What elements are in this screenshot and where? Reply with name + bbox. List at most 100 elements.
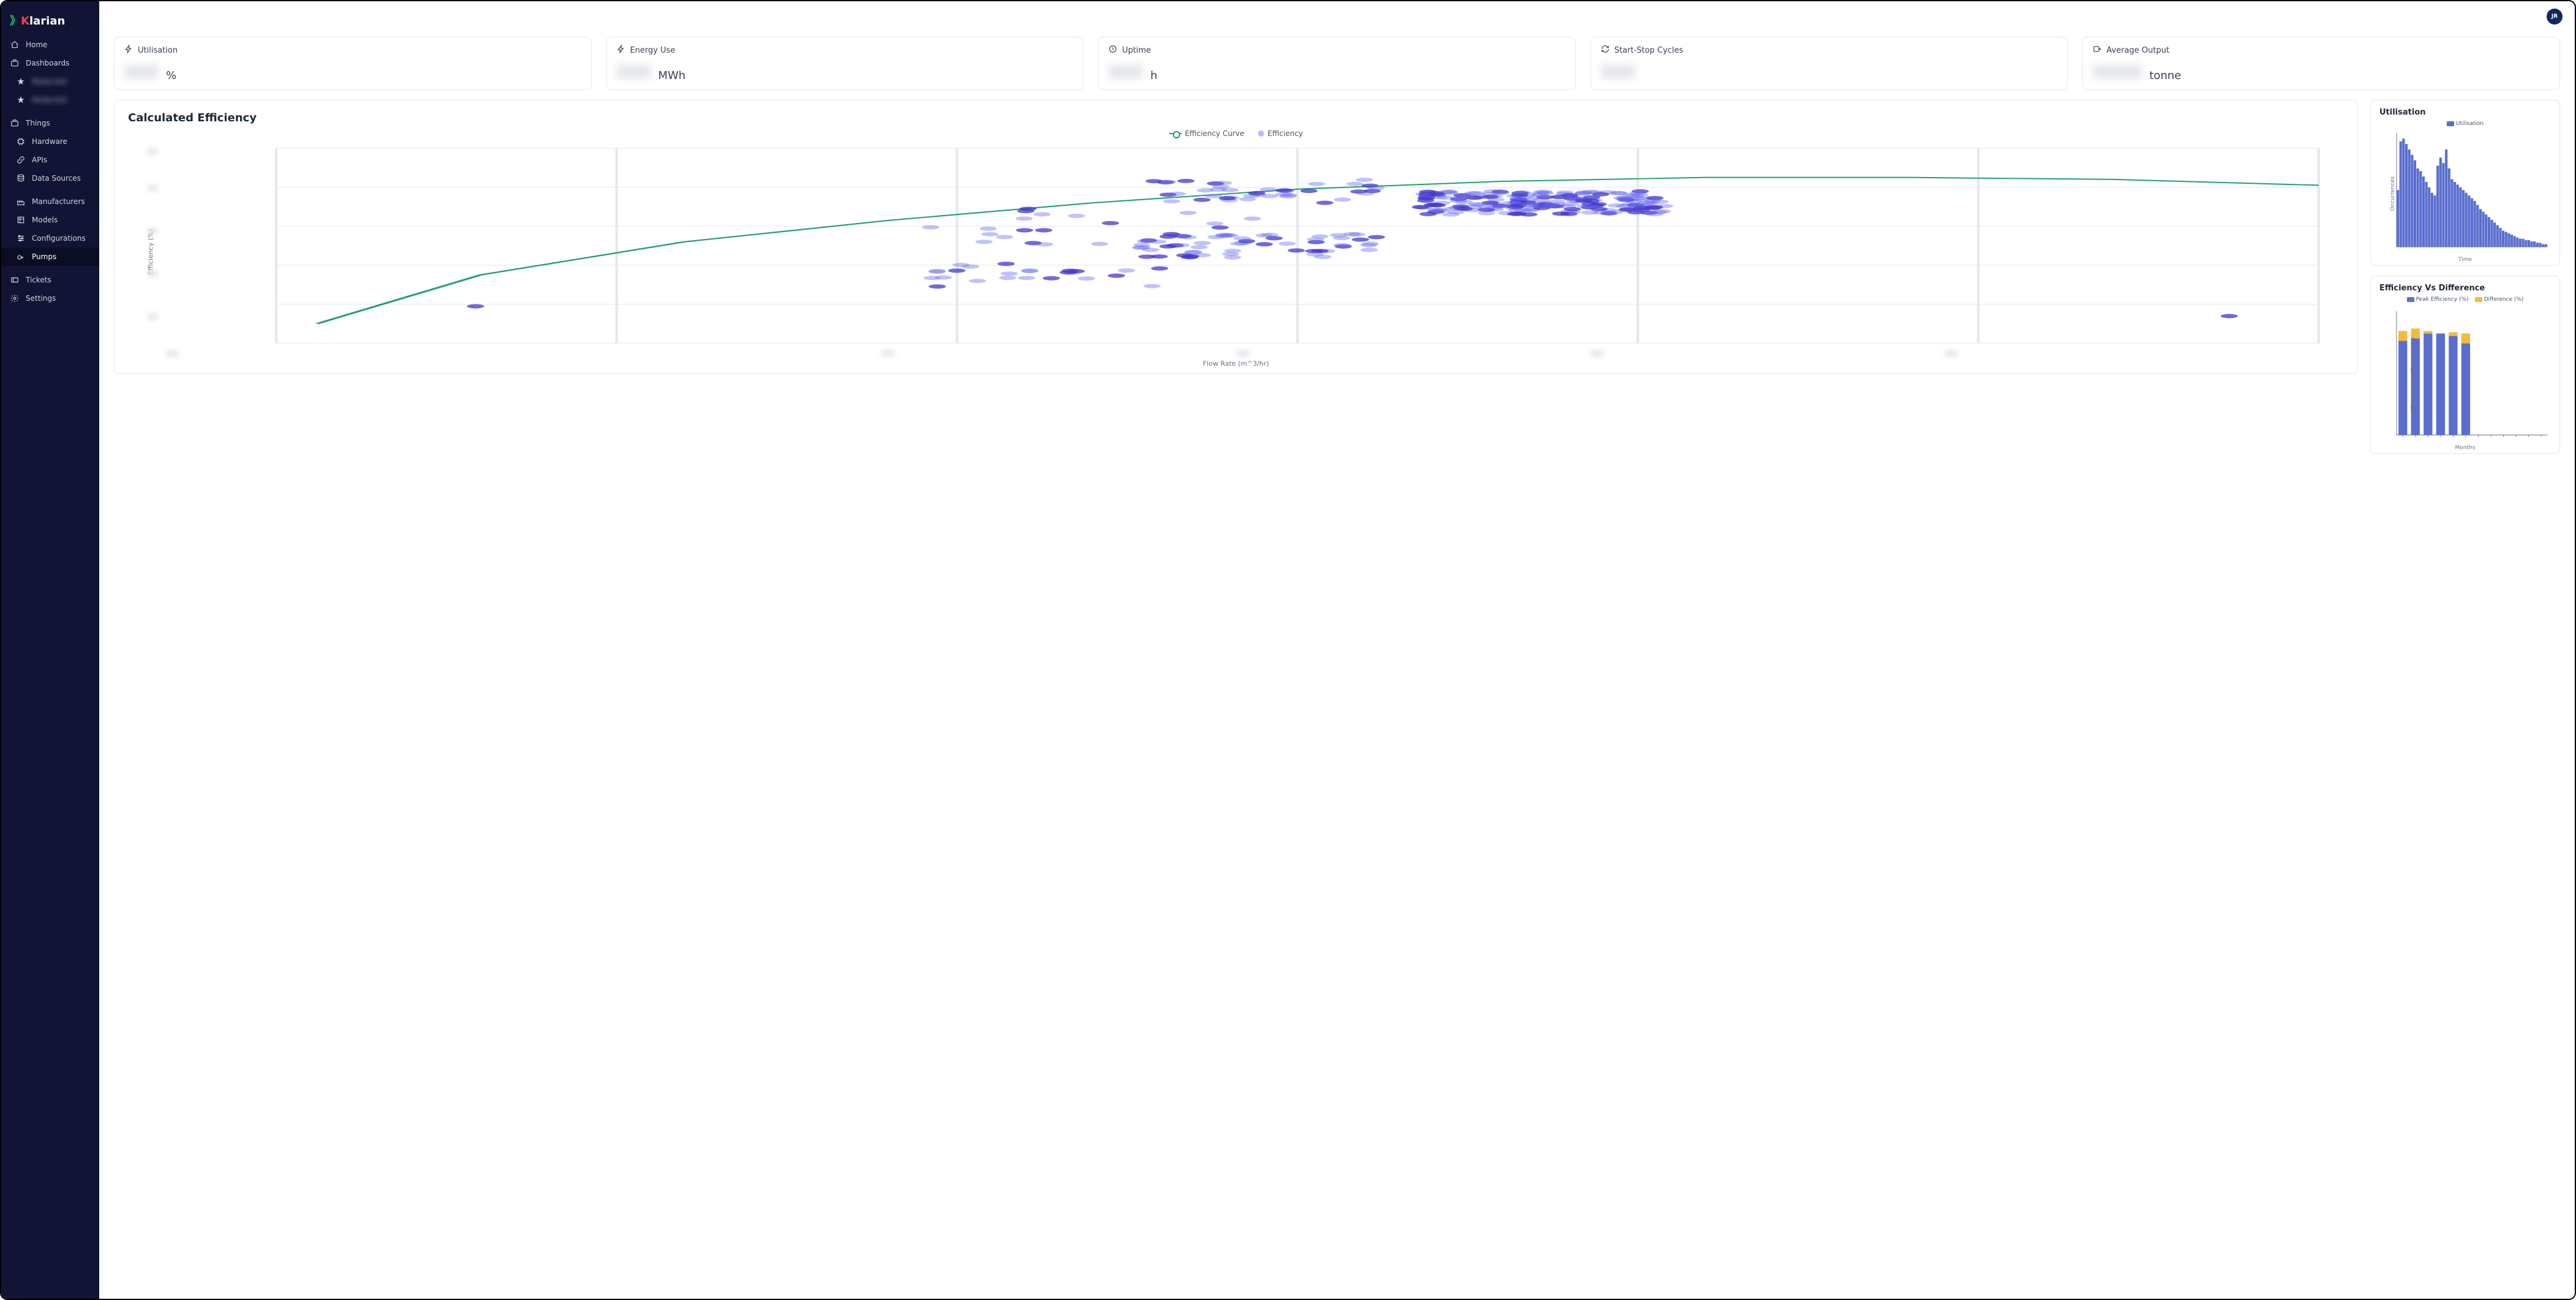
sidebar-item-things[interactable]: Things bbox=[1, 114, 99, 132]
kpi-row: Utilisation % Energy Use MWh bbox=[114, 37, 2560, 90]
y-axis-label: Efficiency vs Difference (%) bbox=[2411, 338, 2417, 414]
sidebar-item-label: Things bbox=[26, 119, 50, 127]
kpi-start-stop: Start-Stop Cycles bbox=[1591, 37, 2068, 90]
kpi-label: Utilisation bbox=[138, 46, 178, 55]
tick-redacted bbox=[165, 350, 179, 357]
lightning-icon bbox=[617, 45, 625, 56]
x-axis-label: Time bbox=[2458, 257, 2472, 263]
sidebar-item-label: Redacted bbox=[32, 96, 66, 104]
grid-icon bbox=[16, 215, 26, 225]
main-area: JR Utilisation % bbox=[99, 1, 2575, 1299]
kpi-average-output: Average Output tonne bbox=[2082, 37, 2560, 90]
kpi-uptime: Uptime h bbox=[1098, 37, 1576, 90]
sidebar-item-label: Configurations bbox=[32, 234, 86, 243]
kpi-label: Energy Use bbox=[630, 46, 676, 55]
kpi-value-redacted bbox=[617, 64, 651, 79]
efficiency-difference-card: Efficiency Vs Difference Peak Efficiency… bbox=[2370, 276, 2560, 454]
difference-plot[interactable]: Efficiency vs Difference (%) Months bbox=[2379, 305, 2551, 446]
sidebar-fav-2[interactable]: Redacted bbox=[1, 91, 99, 109]
tick-redacted bbox=[147, 228, 158, 234]
kpi-value-redacted bbox=[1109, 64, 1143, 79]
logo-chevron-1: 》 bbox=[10, 15, 21, 28]
sidebar-item-settings[interactable]: Settings bbox=[1, 289, 99, 308]
content: Utilisation % Energy Use MWh bbox=[99, 32, 2575, 1299]
swatch-icon bbox=[2407, 297, 2414, 302]
legend-difference[interactable]: Difference (%) bbox=[2475, 297, 2524, 303]
sidebar-item-home[interactable]: Home bbox=[1, 36, 99, 54]
sidebar-item-label: Home bbox=[26, 40, 47, 49]
legend-label: Efficiency Curve bbox=[1185, 129, 1245, 138]
factory-icon bbox=[16, 197, 26, 206]
efficiency-plot[interactable]: Efficiency (%) Flow Rate (m^3/hr) bbox=[128, 142, 2344, 362]
sliders-icon bbox=[16, 233, 26, 243]
package-icon bbox=[10, 118, 20, 128]
sidebar-item-label: Hardware bbox=[32, 137, 67, 146]
briefcase-icon bbox=[10, 58, 20, 68]
legend-efficiency[interactable]: Efficiency bbox=[1258, 129, 1303, 138]
sidebar-item-label: Dashboards bbox=[26, 59, 69, 67]
sidebar-item-configurations[interactable]: Configurations bbox=[1, 229, 99, 248]
chart-title: Efficiency Vs Difference bbox=[2379, 284, 2551, 293]
kpi-value-redacted bbox=[1601, 64, 1635, 79]
legend-label: Peak Efficiency (%) bbox=[2416, 297, 2469, 303]
tick-redacted bbox=[1945, 350, 1958, 357]
gear-icon bbox=[10, 293, 20, 303]
utilisation-plot[interactable]: Occurrences Time bbox=[2379, 129, 2551, 258]
sidebar-fav-1[interactable]: Redacted bbox=[1, 72, 99, 91]
sidebar-item-pumps[interactable]: Pumps bbox=[1, 248, 99, 266]
sidebar-item-models[interactable]: Models bbox=[1, 211, 99, 229]
sidebar-item-data-sources[interactable]: Data Sources bbox=[1, 169, 99, 187]
legend-curve[interactable]: Efficiency Curve bbox=[1169, 129, 1245, 138]
chart-legend: Utilisation bbox=[2379, 121, 2551, 127]
sidebar-item-dashboards[interactable]: Dashboards bbox=[1, 54, 99, 72]
star-icon bbox=[16, 77, 26, 86]
kpi-utilisation: Utilisation % bbox=[114, 37, 592, 90]
utilisation-card: Utilisation Utilisation Occurrences Time bbox=[2370, 100, 2560, 266]
pump-icon bbox=[16, 252, 26, 262]
utilisation-svg bbox=[2379, 129, 2551, 258]
sidebar-item-hardware[interactable]: Hardware bbox=[1, 132, 99, 151]
y-axis-label: Occurrences bbox=[2390, 176, 2396, 211]
kpi-unit: tonne bbox=[2149, 69, 2181, 82]
sidebar-item-label: Models bbox=[32, 216, 58, 224]
swatch-icon bbox=[2447, 121, 2454, 126]
cpu-icon bbox=[16, 137, 26, 146]
sidebar-item-label: Redacted bbox=[32, 77, 66, 86]
kpi-unit: % bbox=[166, 69, 176, 82]
sidebar-item-label: Data Sources bbox=[32, 174, 81, 183]
x-axis-label: Months bbox=[2455, 445, 2476, 451]
sidebar-item-label: Settings bbox=[26, 294, 56, 303]
link-icon bbox=[16, 155, 26, 165]
sidebar: 》Klarian Home Dashboards Redacted Redact… bbox=[1, 1, 99, 1299]
avatar[interactable]: JR bbox=[2547, 9, 2563, 25]
sidebar-item-label: Tickets bbox=[26, 276, 51, 284]
database-icon bbox=[16, 173, 26, 183]
tick-redacted bbox=[147, 271, 158, 277]
chart-title: Utilisation bbox=[2379, 108, 2551, 117]
chart-title: Calculated Efficiency bbox=[128, 111, 2344, 124]
kpi-energy-use: Energy Use MWh bbox=[606, 37, 1084, 90]
swatch-icon bbox=[2475, 297, 2482, 302]
tick-redacted bbox=[147, 185, 158, 191]
output-icon bbox=[2093, 45, 2101, 56]
calculated-efficiency-card: Calculated Efficiency Efficiency Curve E… bbox=[114, 100, 2358, 374]
legend-label: Difference (%) bbox=[2484, 297, 2524, 303]
chart-legend: Peak Efficiency (%) Difference (%) bbox=[2379, 297, 2551, 303]
logo: 》Klarian bbox=[1, 10, 99, 36]
tick-redacted bbox=[1236, 350, 1249, 357]
chart-legend: Efficiency Curve Efficiency bbox=[128, 129, 2344, 138]
kpi-unit: MWh bbox=[658, 69, 686, 82]
legend-label: Utilisation bbox=[2456, 121, 2484, 127]
sidebar-item-apis[interactable]: APIs bbox=[1, 151, 99, 169]
sidebar-item-tickets[interactable]: Tickets bbox=[1, 271, 99, 289]
legend-utilisation[interactable]: Utilisation bbox=[2447, 121, 2484, 127]
sidebar-item-manufacturers[interactable]: Manufacturers bbox=[1, 192, 99, 211]
chart-grid: Calculated Efficiency Efficiency Curve E… bbox=[114, 100, 2560, 454]
topbar: JR bbox=[99, 1, 2575, 32]
legend-peak[interactable]: Peak Efficiency (%) bbox=[2407, 297, 2469, 303]
app-root: 》Klarian Home Dashboards Redacted Redact… bbox=[0, 0, 2576, 1300]
efficiency-svg bbox=[129, 142, 2343, 361]
ticket-icon bbox=[10, 275, 20, 285]
kpi-value-redacted bbox=[2093, 64, 2142, 79]
tick-redacted bbox=[1591, 350, 1604, 357]
